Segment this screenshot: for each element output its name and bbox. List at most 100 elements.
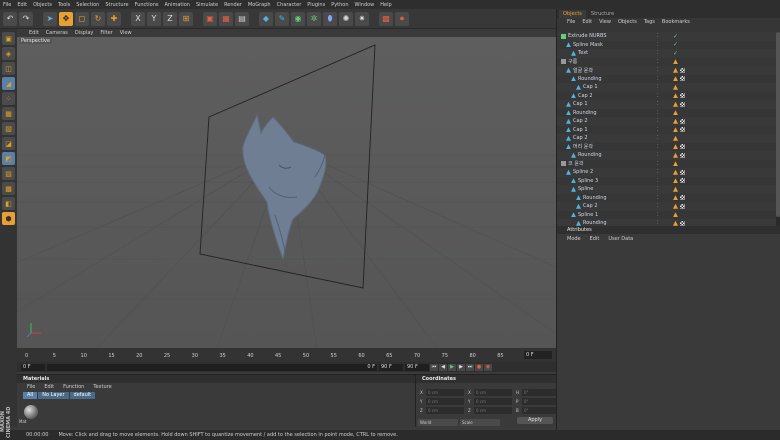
phong-tag-icon[interactable]	[673, 178, 678, 184]
material-preview[interactable]	[24, 405, 38, 419]
material-tag-icon[interactable]	[680, 220, 685, 226]
phong-tag-icon[interactable]	[673, 118, 678, 124]
coord-size-mode-select[interactable]: Scale	[460, 419, 500, 426]
phong-tag-icon[interactable]	[673, 93, 678, 99]
visibility-toggle-icon[interactable]: ⁚	[657, 195, 660, 201]
pen-icon[interactable]: ✎	[275, 11, 289, 26]
next-frame-icon[interactable]: ▶	[457, 363, 465, 371]
visibility-toggle-icon[interactable]: ⁚	[657, 161, 660, 167]
object-list-item[interactable]: Cap 2 ⁚	[557, 202, 777, 211]
viewport-menu-view[interactable]: View	[120, 30, 132, 36]
menu-edit[interactable]: Edit	[17, 2, 27, 8]
phong-tag-icon[interactable]	[673, 127, 678, 133]
polygons-mode-icon[interactable]: ▧	[2, 122, 15, 135]
model-mode-icon[interactable]: ◈	[2, 47, 15, 60]
phong-tag-icon[interactable]	[673, 76, 678, 82]
cube-icon[interactable]: ◆	[259, 11, 273, 26]
texture-mode-icon[interactable]: ◫	[2, 62, 15, 75]
objects-menu-view[interactable]: View	[599, 19, 611, 25]
attributes-menu-mode[interactable]: Mode	[567, 236, 581, 242]
object-list-item[interactable]: Cap 2 ⁚	[557, 134, 777, 143]
phong-tag-icon[interactable]	[673, 203, 678, 209]
coord-position-field[interactable]: 0 cm	[426, 407, 464, 414]
menu-functions[interactable]: Functions	[135, 2, 159, 8]
material-tag-icon[interactable]	[680, 127, 685, 133]
object-list-item[interactable]: Cap 1 ⁚	[557, 100, 777, 109]
phong-tag-icon[interactable]	[673, 186, 678, 192]
visibility-toggle-icon[interactable]: ⁚	[657, 110, 660, 116]
goto-start-icon[interactable]: ⏮	[430, 363, 438, 371]
min-frame-field[interactable]: 0 F	[47, 363, 377, 371]
coord-size-field[interactable]: 0 cm	[474, 407, 512, 414]
lock-workplane-icon[interactable]: ⬢	[2, 212, 15, 225]
record-key-icon[interactable]: ●	[475, 363, 483, 371]
coordinate-system-icon[interactable]: ⊞	[179, 11, 193, 26]
menu-file[interactable]: File	[3, 2, 11, 8]
move-icon[interactable]: ✥	[59, 11, 73, 26]
object-list-item[interactable]: Text ⁚ ✓	[557, 49, 777, 58]
visibility-toggle-icon[interactable]: ⁚	[657, 84, 660, 90]
make-editable-icon[interactable]: ▣	[2, 32, 15, 45]
apply-button[interactable]: Apply	[517, 417, 553, 424]
material-tag-icon[interactable]	[680, 101, 685, 107]
phong-tag-icon[interactable]	[673, 220, 678, 226]
materials-menu-file[interactable]: File	[27, 384, 35, 390]
material-tag-icon[interactable]	[680, 93, 685, 99]
object-list-item[interactable]: 구름 ⁚	[557, 58, 777, 67]
object-list-item[interactable]: Rounding ⁚	[557, 75, 777, 84]
materials-menu-edit[interactable]: Edit	[44, 384, 54, 390]
phong-tag-icon[interactable]	[673, 144, 678, 150]
objects-menu-file[interactable]: File	[567, 19, 575, 25]
edges-mode-icon[interactable]: ▦	[2, 107, 15, 120]
start-frame-field[interactable]: 0 F	[21, 363, 45, 371]
visibility-toggle-icon[interactable]: ⁚	[657, 93, 660, 99]
render-picture-viewer-icon[interactable]: ▦	[219, 11, 233, 26]
coord-rotation-field[interactable]: 0°	[522, 398, 560, 405]
z-axis-icon[interactable]: Z	[163, 11, 177, 26]
coord-size-field[interactable]: 0 cm	[474, 398, 512, 405]
x-axis-icon[interactable]: X	[131, 11, 145, 26]
object-list-item[interactable]: 머리 윤곽 ⁚	[557, 143, 777, 152]
coord-rotation-field[interactable]: 0°	[522, 407, 560, 414]
object-list-item[interactable]: Spline Mask ⁚ ✓	[557, 41, 777, 50]
objects-menu-bookmarks[interactable]: Bookmarks	[662, 19, 690, 25]
enabled-check-icon[interactable]: ✓	[673, 50, 678, 57]
render-settings-icon[interactable]: ▤	[235, 11, 249, 26]
add-icon[interactable]: ✚	[107, 11, 121, 26]
visibility-toggle-icon[interactable]: ⁚	[657, 152, 660, 158]
visibility-toggle-icon[interactable]: ⁚	[657, 76, 660, 82]
viewport-menu-display[interactable]: Display	[75, 30, 93, 36]
object-list-item[interactable]: Spline 3 ⁚	[557, 177, 777, 186]
visibility-toggle-icon[interactable]: ⁚	[657, 42, 660, 48]
visibility-toggle-icon[interactable]: ⁚	[657, 127, 660, 133]
tab-default[interactable]: default	[69, 391, 96, 399]
menu-selection[interactable]: Selection	[76, 2, 99, 8]
axis-mode-icon[interactable]: ◪	[2, 137, 15, 150]
visibility-toggle-icon[interactable]: ⁚	[657, 169, 660, 175]
coord-rotation-field[interactable]: 0°	[522, 389, 560, 396]
viewport-menu-cameras[interactable]: Cameras	[46, 30, 68, 36]
object-list-item[interactable]: 코 윤곽 ⁚	[557, 160, 777, 169]
visibility-toggle-icon[interactable]: ⁚	[657, 203, 660, 209]
phong-tag-icon[interactable]	[673, 195, 678, 201]
redo-icon[interactable]: ↷	[19, 11, 33, 26]
visibility-toggle-icon[interactable]: ⁚	[657, 212, 660, 218]
viewport-camera-label[interactable]: Perspective	[19, 38, 52, 44]
menu-character[interactable]: Character	[277, 2, 302, 8]
rotate-icon[interactable]: ↻	[91, 11, 105, 26]
menu-plugins[interactable]: Plugins	[307, 2, 325, 8]
menu-structure[interactable]: Structure	[105, 2, 128, 8]
visibility-toggle-icon[interactable]: ⁚	[657, 178, 660, 184]
menu-python[interactable]: Python	[331, 2, 348, 8]
object-list-item[interactable]: Rounding ⁚	[557, 151, 777, 160]
phong-tag-icon[interactable]	[673, 212, 678, 218]
menu-mograph[interactable]: MoGraph	[248, 2, 271, 8]
object-list-item[interactable]: Rounding ⁚	[557, 219, 777, 226]
sculpt-icon[interactable]: ▩	[2, 182, 15, 195]
deformer-icon[interactable]: ⬮	[323, 11, 337, 26]
enabled-check-icon[interactable]: ✓	[673, 41, 678, 48]
scale-icon[interactable]: ◻	[75, 11, 89, 26]
material-tag-icon[interactable]	[680, 203, 685, 209]
material-tag-icon[interactable]	[680, 67, 685, 73]
points-mode-icon[interactable]: ⁘	[2, 92, 15, 105]
